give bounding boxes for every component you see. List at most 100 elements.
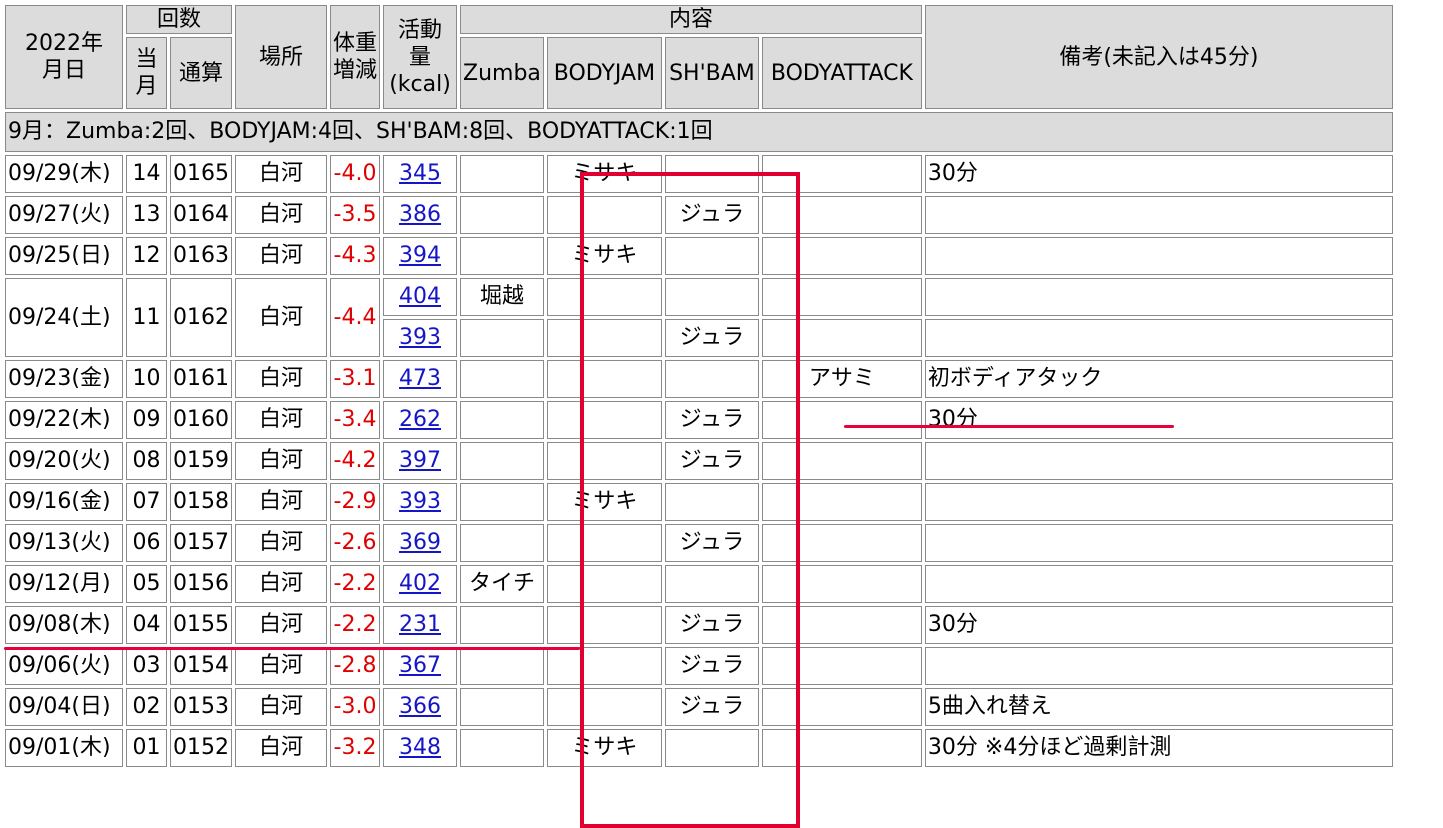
kcal-link[interactable]: 348 — [399, 735, 441, 760]
weight-cell: -2.2 — [330, 606, 380, 644]
month-count-cell: 10 — [126, 360, 167, 398]
header-bodyjam: BODYJAM — [546, 37, 662, 109]
total-count-cell: 0155 — [170, 606, 232, 644]
kcal-cell: 262 — [383, 401, 457, 439]
month-count-cell: 09 — [126, 401, 167, 439]
note-cell — [924, 196, 1393, 234]
bodyattack-cell — [761, 278, 922, 316]
shbam-cell: ジュラ — [664, 401, 759, 439]
kcal-cell: 345 — [383, 155, 457, 193]
place-cell: 白河 — [235, 155, 327, 193]
kcal-link[interactable]: 345 — [399, 161, 441, 186]
weight-cell: -3.4 — [330, 401, 380, 439]
header-notes: 備考(未記入は45分) — [924, 5, 1393, 109]
place-cell: 白河 — [235, 565, 327, 603]
kcal-link[interactable]: 367 — [399, 653, 441, 678]
bodyattack-cell — [761, 729, 922, 767]
bodyjam-cell — [546, 442, 662, 480]
month-count-cell: 04 — [126, 606, 167, 644]
total-count-cell: 0161 — [170, 360, 232, 398]
bodyattack-cell — [761, 606, 922, 644]
header-place: 場所 — [235, 5, 327, 109]
bodyattack-cell — [761, 483, 922, 521]
kcal-cell: 348 — [383, 729, 457, 767]
total-count-cell: 0159 — [170, 442, 232, 480]
weight-cell: -3.2 — [330, 729, 380, 767]
date-cell: 09/23(金) — [5, 360, 123, 398]
zumba-cell — [460, 360, 544, 398]
total-count-cell: 0157 — [170, 524, 232, 562]
place-cell: 白河 — [235, 688, 327, 726]
month-summary: 9月：Zumba:2回、BODYJAM:4回、SH'BAM:8回、BODYATT… — [5, 112, 1393, 152]
zumba-cell — [460, 196, 544, 234]
note-cell — [924, 483, 1393, 521]
date-cell: 09/22(木) — [5, 401, 123, 439]
kcal-cell: 231 — [383, 606, 457, 644]
shbam-cell: ジュラ — [664, 442, 759, 480]
place-cell: 白河 — [235, 196, 327, 234]
zumba-cell: タイチ — [460, 565, 544, 603]
kcal-link[interactable]: 393 — [399, 325, 441, 350]
note-cell: 5曲入れ替え — [924, 688, 1393, 726]
kcal-link[interactable]: 366 — [399, 694, 441, 719]
total-count-cell: 0156 — [170, 565, 232, 603]
bodyattack-cell — [761, 565, 922, 603]
header-content: 内容 — [460, 5, 922, 34]
note-cell — [924, 647, 1393, 685]
zumba-cell — [460, 647, 544, 685]
shbam-cell: ジュラ — [664, 196, 759, 234]
total-count-cell: 0154 — [170, 647, 232, 685]
kcal-link[interactable]: 394 — [399, 243, 441, 268]
date-cell: 09/29(木) — [5, 155, 123, 193]
place-cell: 白河 — [235, 360, 327, 398]
kcal-link[interactable]: 231 — [399, 612, 441, 637]
bodyjam-cell: ミサキ — [546, 237, 662, 275]
table-row: 09/16(金) 07 0158 白河 -2.9 393 ミサキ — [5, 483, 1393, 521]
total-count-cell: 0152 — [170, 729, 232, 767]
bodyattack-cell — [761, 442, 922, 480]
shbam-cell — [664, 155, 759, 193]
note-cell — [924, 278, 1393, 316]
kcal-link[interactable]: 404 — [399, 284, 441, 309]
kcal-link[interactable]: 402 — [399, 571, 441, 596]
note-cell — [924, 319, 1393, 357]
kcal-link[interactable]: 369 — [399, 530, 441, 555]
note-cell — [924, 237, 1393, 275]
bodyjam-cell: ミサキ — [546, 483, 662, 521]
note-cell — [924, 524, 1393, 562]
month-count-cell: 14 — [126, 155, 167, 193]
month-count-cell: 07 — [126, 483, 167, 521]
place-cell: 白河 — [235, 278, 327, 357]
zumba-cell — [460, 401, 544, 439]
weight-cell: -4.4 — [330, 278, 380, 357]
bodyjam-cell — [546, 524, 662, 562]
shbam-cell — [664, 565, 759, 603]
kcal-cell: 393 — [383, 483, 457, 521]
note-cell: 30分 — [924, 606, 1393, 644]
kcal-link[interactable]: 473 — [399, 366, 441, 391]
kcal-link[interactable]: 393 — [399, 489, 441, 514]
shbam-cell — [664, 237, 759, 275]
zumba-cell — [460, 483, 544, 521]
weight-cell: -2.8 — [330, 647, 380, 685]
kcal-link[interactable]: 386 — [399, 202, 441, 227]
shbam-cell: ジュラ — [664, 524, 759, 562]
date-cell: 09/01(木) — [5, 729, 123, 767]
month-count-cell: 03 — [126, 647, 167, 685]
month-count-cell: 12 — [126, 237, 167, 275]
place-cell: 白河 — [235, 483, 327, 521]
month-count-cell: 02 — [126, 688, 167, 726]
date-cell: 09/13(火) — [5, 524, 123, 562]
zumba-cell — [460, 319, 544, 357]
kcal-cell: 367 — [383, 647, 457, 685]
kcal-link[interactable]: 262 — [399, 407, 441, 432]
weight-cell: -4.0 — [330, 155, 380, 193]
workout-log-table: 2022年 月日 回数 場所 体重 増減 活動 量 (kcal) 内容 備考(未… — [2, 2, 1396, 770]
total-count-cell: 0164 — [170, 196, 232, 234]
note-cell: 30分 — [924, 401, 1393, 439]
kcal-link[interactable]: 397 — [399, 448, 441, 473]
shbam-cell — [664, 483, 759, 521]
bodyattack-cell — [761, 155, 922, 193]
bodyattack-cell — [761, 688, 922, 726]
date-cell: 09/27(火) — [5, 196, 123, 234]
